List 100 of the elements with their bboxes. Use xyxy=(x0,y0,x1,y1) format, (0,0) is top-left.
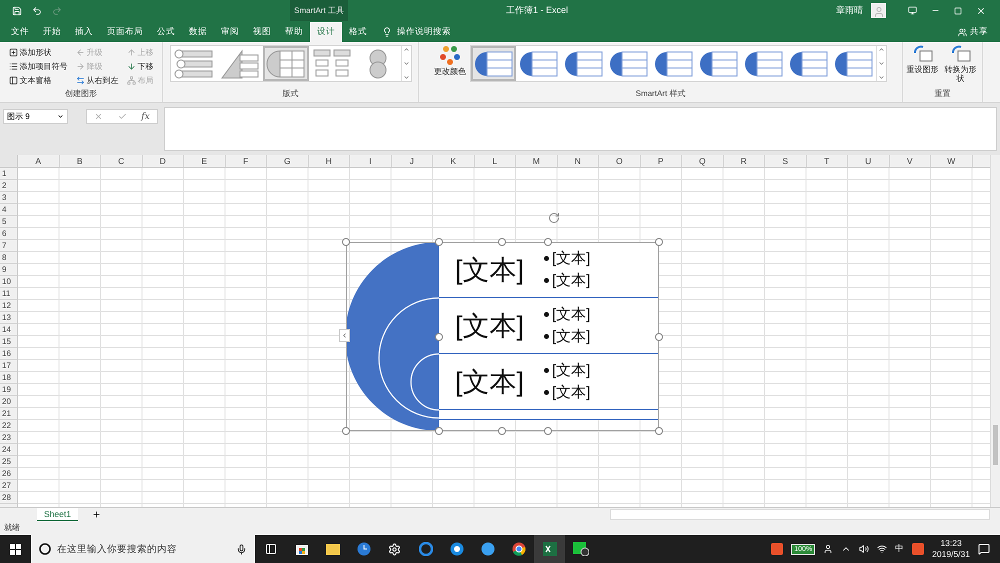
ribbon-tab[interactable]: 审阅 xyxy=(214,22,246,42)
microphone-icon[interactable] xyxy=(236,544,247,554)
ribbon-display-icon[interactable] xyxy=(908,6,917,15)
sheet-tab[interactable]: Sheet1 xyxy=(37,508,78,522)
row-header[interactable]: 5 xyxy=(0,216,17,228)
ribbon-tab[interactable]: 数据 xyxy=(182,22,214,42)
row-header[interactable]: 2 xyxy=(0,180,17,192)
windows-logo-icon[interactable] xyxy=(10,544,21,554)
row-header[interactable]: 14 xyxy=(0,324,17,336)
column-header[interactable]: E xyxy=(184,155,226,167)
column-header[interactable]: T xyxy=(806,155,848,167)
column-header[interactable]: A xyxy=(18,155,60,167)
resize-handle[interactable] xyxy=(544,238,552,246)
column-header[interactable]: S xyxy=(765,155,806,167)
column-header[interactable]: M xyxy=(516,155,558,167)
text-box[interactable]: [文本] [文本] [文本] xyxy=(439,298,659,354)
vertical-scrollbar[interactable] xyxy=(990,155,1000,507)
cell-grid[interactable]: [文本] [文本] [文本] [文本] [文本] [文本] [文本] [文本] [文本] xyxy=(18,168,990,507)
tell-me-search[interactable]: 操作说明搜索 xyxy=(397,26,451,38)
name-box[interactable]: 图示 9 xyxy=(3,109,68,124)
sogou-input-icon[interactable] xyxy=(771,543,784,555)
text-pane-toggle[interactable] xyxy=(339,329,350,342)
horizontal-scrollbar[interactable] xyxy=(610,509,990,520)
column-header[interactable]: W xyxy=(931,155,972,167)
column-header[interactable]: B xyxy=(60,155,101,167)
ribbon-tab[interactable]: 帮助 xyxy=(278,22,310,42)
ribbon-tab[interactable]: 视图 xyxy=(246,22,278,42)
scroll-down-icon[interactable] xyxy=(402,60,410,67)
row-header[interactable]: 25 xyxy=(0,456,17,468)
wifi-icon[interactable] xyxy=(877,544,888,554)
layout-thumbnail[interactable] xyxy=(262,46,308,81)
empty-row-bar[interactable] xyxy=(439,410,659,420)
column-header[interactable]: I xyxy=(350,155,392,167)
scroll-up-icon[interactable] xyxy=(878,46,885,53)
column-header[interactable]: K xyxy=(433,155,474,167)
row-header[interactable]: 8 xyxy=(0,252,17,264)
ribbon-tab[interactable]: 设计 xyxy=(310,22,342,42)
row-header[interactable]: 12 xyxy=(0,300,17,312)
reset-button[interactable]: 重设图形 xyxy=(906,45,938,74)
resize-handle[interactable] xyxy=(498,427,506,435)
row-header[interactable]: 10 xyxy=(0,276,17,288)
change-colors-button[interactable]: 更改颜色 xyxy=(434,45,466,76)
input-method-indicator[interactable]: 中 xyxy=(895,543,904,555)
column-header[interactable]: L xyxy=(474,155,516,167)
resize-handle[interactable] xyxy=(544,427,552,435)
row-header[interactable]: 28 xyxy=(0,492,17,504)
formula-input[interactable] xyxy=(164,107,997,151)
row-header[interactable]: 18 xyxy=(0,372,17,384)
column-header[interactable]: U xyxy=(848,155,890,167)
column-header[interactable]: V xyxy=(890,155,931,167)
resize-handle[interactable] xyxy=(655,427,663,435)
column-header[interactable]: P xyxy=(640,155,682,167)
notification-icon[interactable] xyxy=(978,543,990,555)
row-header[interactable]: 6 xyxy=(0,228,17,240)
resize-handle[interactable] xyxy=(342,427,350,435)
row-header[interactable]: 13 xyxy=(0,312,17,324)
ribbon-tab[interactable]: 文件 xyxy=(4,22,36,42)
resize-handle[interactable] xyxy=(655,238,663,246)
scroll-up-icon[interactable] xyxy=(402,46,410,53)
row-header[interactable]: 17 xyxy=(0,360,17,372)
row-header[interactable]: 26 xyxy=(0,468,17,480)
column-header[interactable]: G xyxy=(267,155,308,167)
row-header[interactable]: 23 xyxy=(0,432,17,444)
ribbon-tab[interactable]: 页面布局 xyxy=(100,22,150,42)
resize-handle[interactable] xyxy=(435,238,443,246)
spreadsheet-app-icon[interactable] xyxy=(542,542,556,556)
taskbar-search-field[interactable]: 在这里输入你要搜索的内容 xyxy=(31,535,255,563)
style-thumbnail[interactable] xyxy=(471,46,516,81)
share-button[interactable]: 共享 xyxy=(958,22,988,42)
row-header[interactable]: 15 xyxy=(0,336,17,348)
row-header[interactable]: 22 xyxy=(0,420,17,432)
row-header[interactable]: 4 xyxy=(0,204,17,216)
row-header[interactable]: 20 xyxy=(0,396,17,408)
resize-handle[interactable] xyxy=(435,427,443,435)
clock-icon[interactable] xyxy=(356,542,370,556)
resize-handle[interactable] xyxy=(498,238,506,246)
chrome-icon[interactable] xyxy=(512,542,526,556)
column-header[interactable]: H xyxy=(308,155,350,167)
row-header[interactable]: 19 xyxy=(0,384,17,396)
row-header[interactable]: 27 xyxy=(0,480,17,492)
round-app-icon[interactable] xyxy=(480,542,494,556)
column-header[interactable]: F xyxy=(226,155,267,167)
volume-icon[interactable] xyxy=(859,544,870,554)
row-header[interactable]: 7 xyxy=(0,240,17,252)
folder-icon[interactable] xyxy=(326,543,340,555)
ribbon-command[interactable]: 从右到左 xyxy=(76,73,118,87)
text-box[interactable]: [文本] [文本] [文本] xyxy=(439,242,659,298)
column-header[interactable]: O xyxy=(599,155,640,167)
row-header[interactable]: 16 xyxy=(0,348,17,360)
add-sheet-icon[interactable] xyxy=(92,510,101,519)
ribbon-command[interactable]: 添加形状 xyxy=(8,45,68,59)
close-icon[interactable] xyxy=(976,6,986,16)
row-header[interactable]: 24 xyxy=(0,444,17,456)
task-view-icon[interactable] xyxy=(264,543,276,555)
ribbon-tab[interactable]: 公式 xyxy=(150,22,182,42)
ribbon-tab[interactable]: 格式 xyxy=(342,22,374,42)
ribbon-tab[interactable]: 开始 xyxy=(36,22,68,42)
undo-icon[interactable] xyxy=(32,6,42,16)
text-box[interactable]: [文本] [文本] [文本] xyxy=(439,354,659,410)
taskbar-clock[interactable]: 13:23 2019/5/31 xyxy=(932,538,970,560)
